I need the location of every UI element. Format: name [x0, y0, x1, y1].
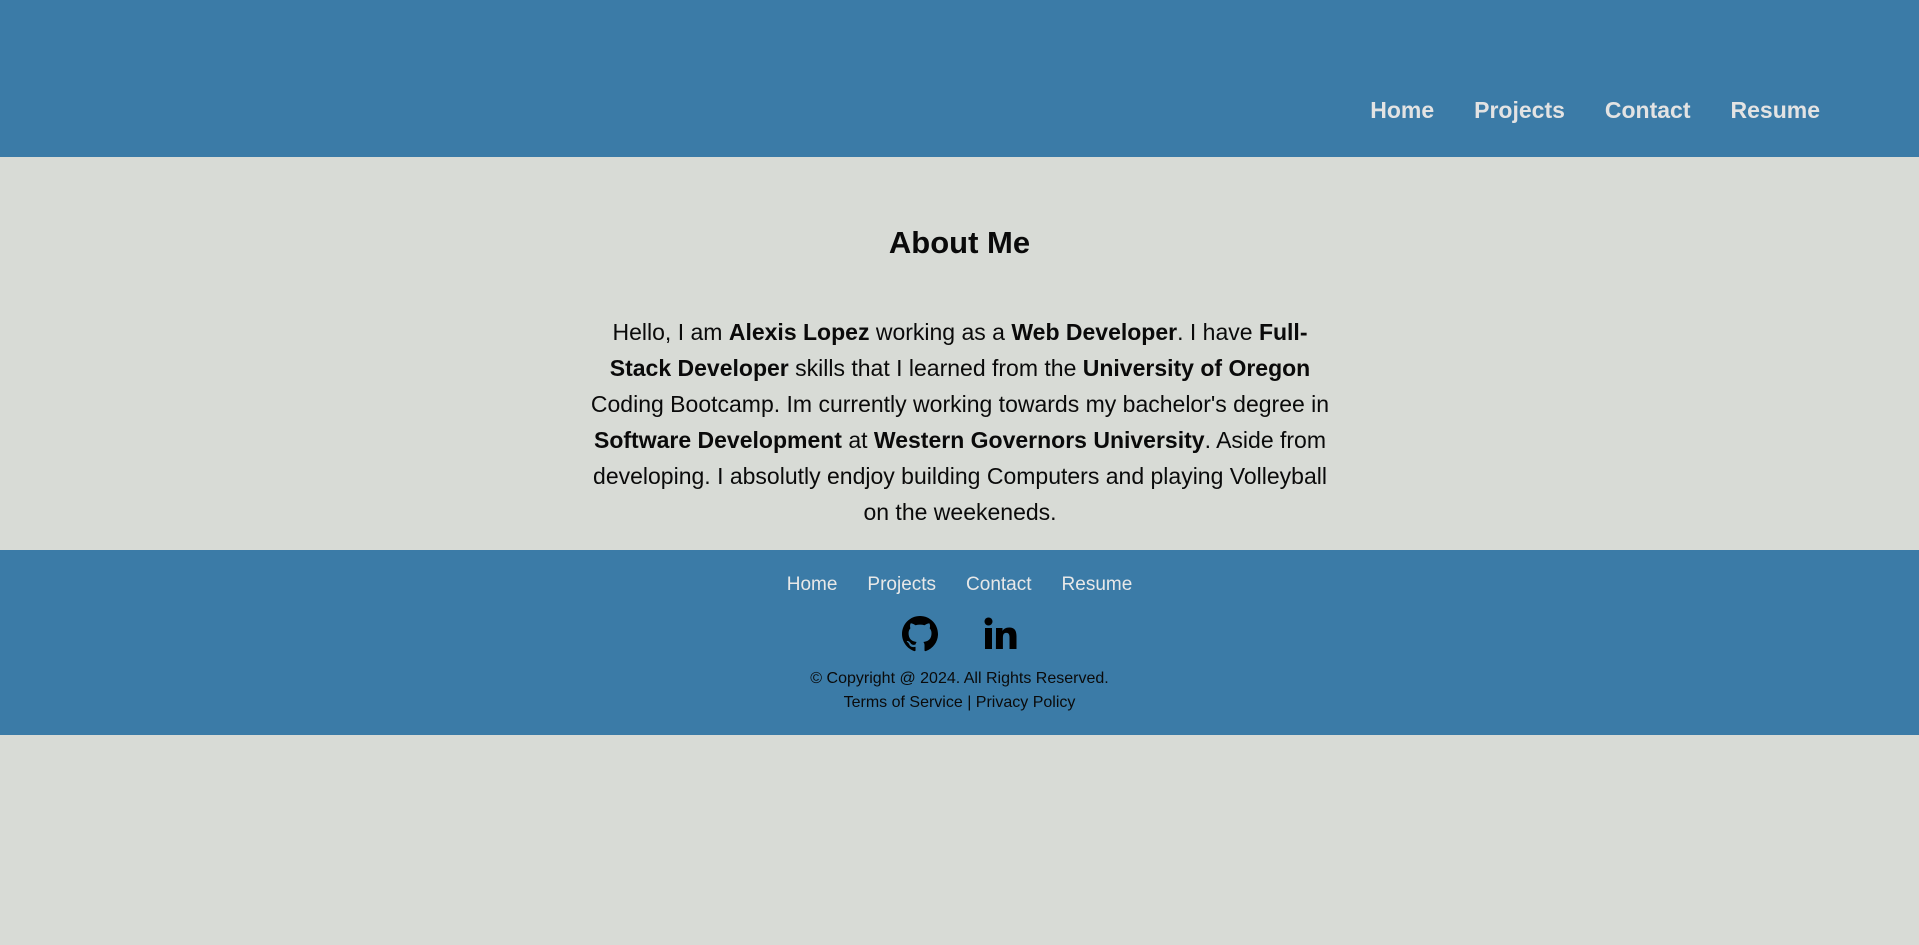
about-name: Alexis Lopez: [728, 319, 870, 345]
footer-resume-link[interactable]: Resume: [1062, 574, 1133, 596]
about-text-segment: . I have: [1177, 319, 1259, 345]
site-footer: Home Projects Contact Resume © Copyright…: [0, 550, 1919, 735]
about-paragraph: Hello, I am Alexis Lopez working as a We…: [584, 314, 1336, 530]
social-links: [0, 616, 1919, 652]
footer-contact-link[interactable]: Contact: [966, 574, 1031, 596]
nav-contact-link[interactable]: Contact: [1605, 96, 1691, 124]
footer-home-link[interactable]: Home: [787, 574, 838, 596]
legal-separator: |: [962, 694, 976, 711]
about-role: Web Developer: [1011, 319, 1178, 345]
site-header: Home Projects Contact Resume: [0, 0, 1919, 157]
footer-nav: Home Projects Contact Resume: [0, 574, 1919, 596]
nav-resume-link[interactable]: Resume: [1731, 96, 1820, 124]
about-degree: Software Development: [594, 427, 842, 453]
github-icon-graphic: [901, 616, 938, 652]
github-icon[interactable]: [901, 616, 938, 652]
about-title: About Me: [888, 225, 1031, 260]
footer-projects-link[interactable]: Projects: [867, 574, 936, 596]
linkedin-icon[interactable]: [982, 616, 1018, 652]
terms-link[interactable]: Terms of Service: [844, 694, 963, 711]
about-text-segment: Coding Bootcamp. Im currently working to…: [590, 391, 1330, 417]
about-text-segment: skills that I learned from the: [788, 355, 1083, 381]
about-text-segment: Hello, I am: [612, 319, 729, 345]
nav-home-link[interactable]: Home: [1370, 96, 1434, 124]
linkedin-icon-graphic: [984, 617, 1016, 649]
privacy-link[interactable]: Privacy Policy: [976, 694, 1076, 711]
about-text-segment: at: [841, 427, 874, 453]
about-text-segment: working as a: [869, 319, 1012, 345]
about-school: University of Oregon: [1082, 355, 1311, 381]
legal-links: Terms of Service | Privacy Policy: [0, 693, 1919, 713]
about-university: Western Governors University: [873, 427, 1205, 453]
main-nav: Home Projects Contact Resume: [1370, 96, 1820, 124]
nav-projects-link[interactable]: Projects: [1474, 96, 1565, 124]
copyright-text: © Copyright @ 2024. All Rights Reserved.: [810, 670, 1109, 687]
